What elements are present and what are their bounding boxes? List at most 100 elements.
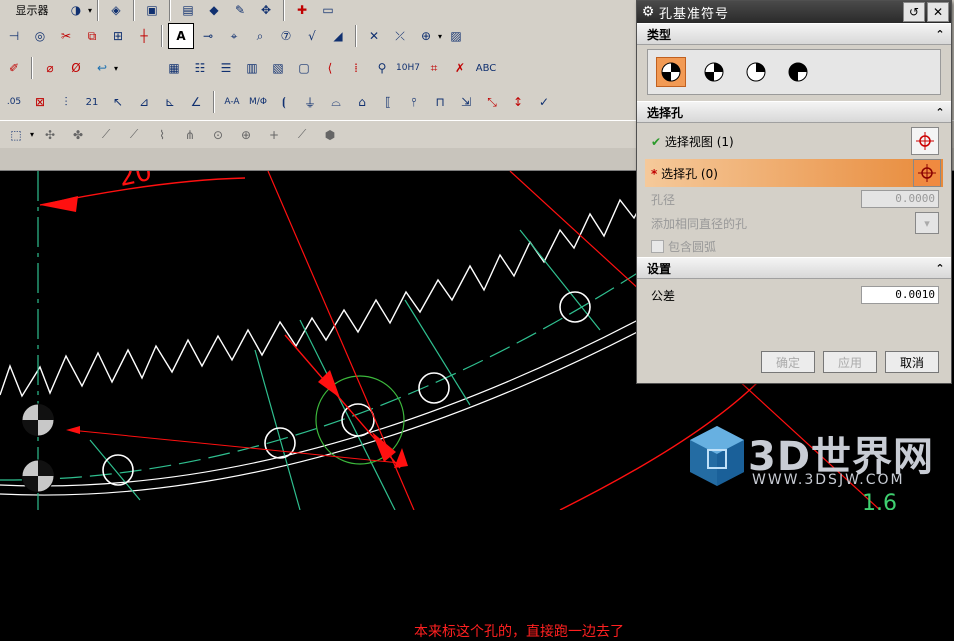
frame-icon[interactable]: ▢	[292, 56, 316, 80]
frame-bracket-icon[interactable]: ⟦	[376, 90, 400, 114]
diameter-icon[interactable]: ⌀	[38, 56, 62, 80]
snap-quadrant-icon[interactable]: ⊕	[234, 123, 258, 147]
abc-button[interactable]: ABC	[474, 56, 498, 80]
crosshair-icon[interactable]: ⊕	[414, 24, 438, 48]
type-option-datum[interactable]	[700, 58, 728, 86]
layer-settings-icon[interactable]: ◆	[202, 0, 226, 22]
reset-icon[interactable]: ↺	[903, 2, 925, 22]
dropdown-arrow-icon[interactable]: ▾	[114, 64, 118, 73]
checkmark-icon[interactable]: ✓	[532, 90, 556, 114]
select-hole-row[interactable]: * 选择孔 (0)	[645, 159, 943, 187]
dropdown-arrow-icon[interactable]: ▾	[438, 32, 442, 41]
box-icon[interactable]: ⌂	[350, 90, 374, 114]
snap-point-icon[interactable]: +	[262, 123, 286, 147]
text-note-button[interactable]: A	[168, 23, 194, 49]
type-option-full-datum[interactable]	[656, 57, 686, 87]
symbol-icon[interactable]: ⌗	[422, 56, 446, 80]
parts-list-icon[interactable]: ☷	[188, 56, 212, 80]
field-21-button[interactable]: 21	[80, 90, 104, 114]
display-dropdown[interactable]: 显示器	[2, 0, 62, 22]
view-icon[interactable]: ▣	[140, 0, 164, 22]
chamfer-icon[interactable]: ⊾	[158, 90, 182, 114]
ordinate-icon[interactable]: ↕	[506, 90, 530, 114]
id-symbol-icon[interactable]: ⊸	[196, 24, 220, 48]
hole-circle[interactable]	[559, 291, 591, 323]
view-break-icon[interactable]: ⧉	[80, 24, 104, 48]
balloon-icon[interactable]: ⑦	[274, 24, 298, 48]
xx-icon[interactable]: ⊠	[28, 90, 52, 114]
tabular-note-icon[interactable]: ☰	[214, 56, 238, 80]
snap-tangent-icon[interactable]: ⌇	[150, 123, 174, 147]
dropdown-arrow-icon[interactable]: ▾	[88, 6, 92, 15]
dim-arrow-icon[interactable]: ⤡	[480, 90, 504, 114]
diameter-slash-icon[interactable]: Ø	[64, 56, 88, 80]
edit-icon[interactable]: ✐	[2, 56, 26, 80]
datum-hole-symbol[interactable]	[21, 459, 55, 493]
cancel-button[interactable]: 取消	[885, 351, 939, 373]
datum-icon[interactable]: ⏚	[298, 90, 322, 114]
snap-line-icon[interactable]: ⟋	[94, 123, 118, 147]
section-header-settings[interactable]: 设置 ⌃	[637, 257, 951, 279]
collapse-icon[interactable]: ⌃	[931, 26, 949, 42]
arrow-in-icon[interactable]: ⇲	[454, 90, 478, 114]
coil-icon[interactable]: ◎	[28, 24, 52, 48]
trim-icon[interactable]: ✂	[54, 24, 78, 48]
bracket-icon[interactable]: ⦗	[272, 90, 296, 114]
tool-icon[interactable]: ✎	[228, 0, 252, 22]
angular-icon[interactable]: ⊿	[132, 90, 156, 114]
collapse-icon[interactable]: ⌃	[931, 104, 949, 120]
dimension-x-icon[interactable]: ✗	[448, 56, 472, 80]
type-option-solid[interactable]	[784, 58, 812, 86]
binoculars-icon[interactable]: ⚲	[370, 56, 394, 80]
select-hole-button[interactable]	[913, 159, 941, 187]
datum-hole-symbol[interactable]	[21, 403, 55, 437]
section-aa-button[interactable]: A-A	[220, 90, 244, 114]
abc-table-icon[interactable]: ▥	[240, 56, 264, 80]
snap-icon[interactable]: ✚	[290, 0, 314, 22]
table-icon[interactable]: ▦	[162, 56, 186, 80]
image-icon[interactable]: ▨	[444, 24, 468, 48]
hatch-icon[interactable]: ▧	[266, 56, 290, 80]
snap-intersect-icon[interactable]: ⋔	[178, 123, 202, 147]
collapse-icon[interactable]: ⌃	[931, 260, 949, 276]
dropdown-arrow-icon[interactable]: ▾	[30, 130, 34, 139]
radius-icon[interactable]: ↖	[106, 90, 130, 114]
snap-mid-icon[interactable]: ✤	[66, 123, 90, 147]
layer-icon[interactable]: ◈	[104, 0, 128, 22]
m-phi-button[interactable]: M/Φ	[246, 90, 270, 114]
snap-end-icon[interactable]: ✣	[38, 123, 62, 147]
decimal-icon[interactable]: .05	[2, 90, 26, 114]
snap-perp-icon[interactable]: ⟋	[122, 123, 146, 147]
snap-off-icon[interactable]: ⬢	[318, 123, 342, 147]
point-snap-icon[interactable]: ⊣	[2, 24, 26, 48]
bolt-icon[interactable]: ⊓	[428, 90, 452, 114]
bridge-icon[interactable]: ⌓	[324, 90, 348, 114]
grid-icon[interactable]: ⊞	[106, 24, 130, 48]
ok-button[interactable]: 确定	[761, 351, 815, 373]
move-icon[interactable]: ✥	[254, 0, 278, 22]
ruler-icon[interactable]: ▭	[316, 0, 340, 22]
undo-icon[interactable]: ↩	[90, 56, 114, 80]
weld-icon[interactable]: ◢	[326, 24, 350, 48]
apply-button[interactable]: 应用	[823, 351, 877, 373]
snap-near-icon[interactable]: ⟋	[290, 123, 314, 147]
snap-center-icon[interactable]: ⊙	[206, 123, 230, 147]
section-header-select-hole[interactable]: 选择孔 ⌃	[637, 101, 951, 123]
stack-icon[interactable]: ⫶	[54, 90, 78, 114]
select-view-row[interactable]: ✔ 选择视图 (1)	[637, 127, 951, 155]
doc-icon[interactable]: ▤	[176, 0, 200, 22]
fit-tolerance-button[interactable]: 10H7	[396, 56, 420, 80]
gear-icon[interactable]: ⚙	[637, 4, 659, 20]
leader-icon[interactable]: ∠	[184, 90, 208, 114]
close-icon[interactable]: ✕	[927, 2, 949, 22]
surface-finish-icon[interactable]: √	[300, 24, 324, 48]
label-icon[interactable]: ⌖	[222, 24, 246, 48]
tolerance-input[interactable]: 0.0010	[861, 286, 939, 304]
curve-icon[interactable]: ⟨	[318, 56, 342, 80]
cross-icon[interactable]: ✕	[362, 24, 386, 48]
select-view-button[interactable]	[911, 127, 939, 155]
type-option-half[interactable]	[742, 58, 770, 86]
shading-icon[interactable]: ◑	[64, 0, 88, 22]
pin-icon[interactable]: ⫯	[402, 90, 426, 114]
centerline-icon[interactable]: ┼	[132, 24, 156, 48]
